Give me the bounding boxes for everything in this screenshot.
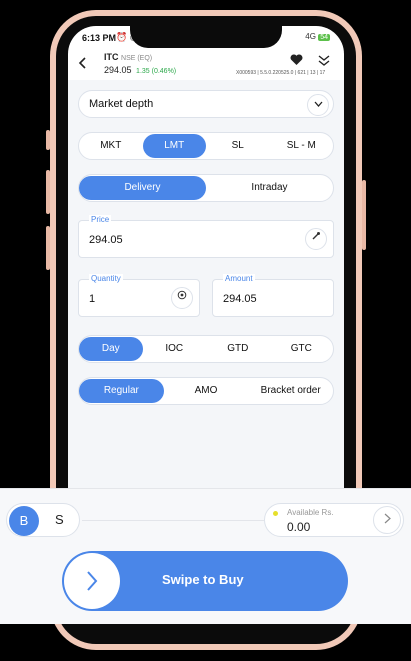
network-label: 4G	[305, 32, 316, 41]
variety-regular[interactable]: Regular	[79, 379, 164, 403]
product-type-selector: Delivery Intraday	[78, 174, 334, 202]
swipe-label: Swipe to Buy	[162, 572, 244, 587]
back-arrow-icon[interactable]	[78, 56, 88, 72]
qty-helper-icon[interactable]	[171, 287, 193, 309]
price-line: 294.05 1.35 (0.46%)	[104, 65, 176, 75]
symbol-name: ITC	[104, 52, 119, 62]
app-screen: 6:13 PM ⏰ ◉ ◎ · 4G 54 ITC NSE (EQ) 294.0…	[68, 26, 344, 490]
last-price: 294.05	[104, 65, 132, 75]
buy-toggle[interactable]: B	[9, 506, 39, 536]
amount-value: 294.05	[223, 293, 257, 305]
market-depth-label: Market depth	[89, 98, 154, 110]
ticker-strip: X000593 | 5.5.0.220525.0 | 621 | 13 | 17	[236, 70, 326, 76]
price-value[interactable]: 294.05	[89, 234, 123, 246]
order-type-sl[interactable]: SL	[206, 134, 270, 158]
heart-icon[interactable]	[290, 54, 303, 69]
phone-notch	[130, 16, 282, 48]
product-delivery[interactable]: Delivery	[79, 176, 206, 200]
amount-field: Amount 294.05	[212, 274, 334, 317]
battery-icon: 54	[318, 34, 330, 41]
buy-sell-toggle[interactable]: B S	[6, 503, 80, 537]
validity-day[interactable]: Day	[79, 337, 143, 361]
amount-label: Amount	[223, 274, 255, 283]
price-label: Price	[89, 215, 112, 224]
exchange-label: NSE (EQ)	[121, 55, 153, 62]
phone-button	[46, 170, 50, 214]
order-type-mkt[interactable]: MKT	[79, 134, 143, 158]
quantity-field[interactable]: Quantity 1	[78, 274, 200, 317]
order-type-lmt[interactable]: LMT	[142, 134, 206, 158]
phone-button	[46, 130, 50, 150]
validity-gtc[interactable]: GTC	[270, 337, 334, 361]
market-depth-dropdown[interactable]: Market depth	[78, 90, 334, 118]
chevron-right-icon[interactable]	[373, 506, 401, 534]
validity-gtd[interactable]: GTD	[206, 337, 270, 361]
chevron-down-icon[interactable]	[307, 94, 329, 116]
variety-bracket-order[interactable]: Bracket order	[248, 379, 333, 403]
product-intraday[interactable]: Intraday	[206, 176, 333, 200]
status-dot-icon	[273, 511, 278, 516]
quantity-label: Quantity	[89, 274, 123, 283]
stage: 6:13 PM ⏰ ◉ ◎ · 4G 54 ITC NSE (EQ) 294.0…	[0, 0, 411, 661]
available-funds: Available Rs. 0.00	[264, 503, 404, 537]
phone-button	[362, 180, 366, 250]
swipe-to-buy-slider[interactable]: Swipe to Buy	[62, 551, 348, 611]
swipe-knob-chevron-icon[interactable]	[64, 553, 120, 609]
order-action-panel: B S Available Rs. 0.00 Swipe to Buy	[0, 488, 411, 624]
status-time: 6:13 PM	[82, 33, 117, 43]
variety-selector: Regular AMO Bracket order	[78, 377, 334, 405]
price-change: 1.35 (0.46%)	[136, 68, 177, 75]
phone-button	[46, 226, 50, 270]
quantity-value[interactable]: 1	[89, 293, 95, 305]
available-value: 0.00	[287, 520, 311, 534]
instrument-title: ITC NSE (EQ)	[104, 52, 152, 62]
sell-toggle[interactable]: S	[55, 512, 64, 527]
status-right: 4G 54	[305, 32, 330, 41]
instrument-header: ITC NSE (EQ) 294.05 1.35 (0.46%) X000593…	[68, 50, 344, 78]
validity-selector: Day IOC GTD GTC	[78, 335, 334, 363]
validity-ioc[interactable]: IOC	[143, 337, 207, 361]
eyedropper-icon[interactable]	[305, 228, 327, 250]
available-title: Available Rs.	[287, 508, 334, 517]
order-type-selector: MKT LMT SL SL - M	[78, 132, 334, 160]
order-type-sl-m[interactable]: SL - M	[270, 134, 334, 158]
price-field[interactable]: Price 294.05	[78, 215, 334, 258]
double-chevron-icon[interactable]	[318, 54, 330, 66]
divider	[82, 520, 264, 521]
variety-amo[interactable]: AMO	[164, 379, 249, 403]
